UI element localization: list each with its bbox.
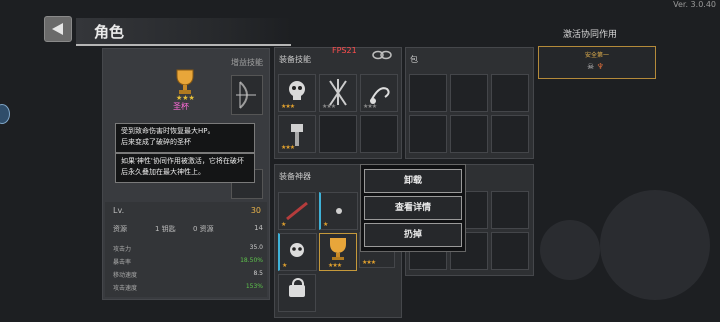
bag-slot[interactable] bbox=[491, 232, 529, 270]
background-shape bbox=[600, 190, 710, 300]
resource-value: 1 钥匙 bbox=[155, 225, 176, 233]
fps-counter: FPS21 bbox=[332, 46, 357, 55]
rarity-stars: ★ bbox=[323, 221, 328, 228]
level-label: Lv. bbox=[113, 206, 125, 215]
character-panel: 增益技能 ★★★ 圣杯 受到致命伤害时恢复最大HP。 后来变成了破碎的圣杯 如果… bbox=[102, 48, 270, 300]
synergy-heading: 激活协同作用 bbox=[563, 30, 618, 40]
bag-slot[interactable] bbox=[491, 74, 529, 112]
resource-value: 14 bbox=[254, 224, 263, 232]
version-label: Ver. 3.0.40 bbox=[673, 0, 716, 9]
stat-row: 攻击速度 153% bbox=[113, 283, 263, 292]
link-icon[interactable] bbox=[372, 50, 392, 60]
stat-value: 18.50% bbox=[240, 257, 263, 264]
artifact-slot[interactable]: ★ bbox=[278, 192, 316, 230]
context-menu: 卸载 查看详情 扔掉 bbox=[360, 164, 466, 252]
level-value: 30 bbox=[250, 206, 261, 215]
resource-label: 资源 bbox=[113, 225, 127, 233]
rarity-stars: ★ bbox=[281, 221, 286, 228]
panel-title: 装备技能 bbox=[279, 55, 311, 64]
tooltip-line: 后来变成了破碎的圣杯 bbox=[121, 138, 191, 146]
side-toggle-button[interactable] bbox=[0, 104, 10, 124]
rarity-stars: ★★★ bbox=[363, 103, 377, 110]
tooltip-line: 受到致命伤害时恢复最大HP。 bbox=[121, 127, 215, 135]
equipped-skills-panel: 装备技能 ★★★ ★★★ ★★★ ★★★ bbox=[274, 47, 402, 159]
resource-row: 资源 1 钥匙 0 资源 14 bbox=[113, 224, 263, 234]
rarity-stars: ★★★ bbox=[281, 103, 295, 110]
stat-value: 153% bbox=[245, 283, 263, 290]
locked-slot bbox=[278, 274, 316, 312]
stat-value: 35.0 bbox=[249, 244, 263, 251]
relic-name: 圣杯 bbox=[173, 102, 189, 111]
stat-row: 移动速度 8.5 bbox=[113, 270, 263, 279]
rarity-stars: ★★★ bbox=[328, 262, 342, 269]
panel-title: 装备神器 bbox=[279, 172, 311, 181]
bow-icon bbox=[236, 81, 256, 109]
synergy-name: 安全第一 bbox=[584, 52, 609, 59]
skull-icon: ☠ bbox=[587, 62, 595, 71]
rarity-stars: ★ bbox=[282, 262, 287, 269]
discard-button[interactable]: 扔掉 bbox=[364, 223, 462, 247]
stats-box: Lv. 30 资源 1 钥匙 0 资源 14 攻击力 35.0 暴击率 18.5… bbox=[105, 202, 267, 297]
buff-skill-slot[interactable] bbox=[231, 75, 263, 115]
rarity-stars: ★★★ bbox=[281, 144, 295, 151]
stat-row: 攻击力 35.0 bbox=[113, 244, 263, 253]
skill-slot-empty[interactable] bbox=[319, 115, 357, 153]
artifact-slot-selected[interactable]: ★★★ bbox=[319, 233, 357, 271]
resource-label: 0 资源 bbox=[193, 225, 214, 233]
bag-slot[interactable] bbox=[491, 115, 529, 153]
tooltip-line: 如果'神性'协同作用被激活，它将在破坏 bbox=[121, 157, 244, 165]
lock-icon bbox=[289, 278, 305, 297]
view-details-button[interactable]: 查看详情 bbox=[364, 196, 462, 220]
buff-skill-tab[interactable]: 增益技能 bbox=[231, 57, 263, 68]
skill-slot[interactable]: ★★★ bbox=[319, 74, 357, 112]
tooltip-line: 后永久叠加在最大神性上。 bbox=[121, 168, 205, 176]
title-bar: 角色 bbox=[76, 18, 291, 46]
skill-slot-empty[interactable] bbox=[360, 115, 398, 153]
stat-label: 移动速度 bbox=[113, 272, 138, 279]
bag-slot[interactable] bbox=[409, 74, 447, 112]
svg-text:★★★: ★★★ bbox=[176, 94, 195, 101]
artifact-slot[interactable]: ★ bbox=[278, 233, 317, 271]
back-button[interactable] bbox=[44, 16, 72, 42]
stat-row: 暴击率 18.50% bbox=[113, 257, 263, 266]
artifact-slot[interactable]: ★ bbox=[319, 192, 358, 230]
stat-label: 攻击力 bbox=[113, 246, 132, 253]
panel-title: 包 bbox=[410, 55, 418, 64]
rarity-stars: ★★★ bbox=[362, 259, 376, 266]
synergy-icons: ☠ ♆ bbox=[587, 62, 604, 71]
unload-button[interactable]: 卸载 bbox=[364, 169, 462, 193]
bag-slot[interactable] bbox=[450, 74, 488, 112]
figure-icon: ♆ bbox=[596, 62, 604, 71]
background-shape bbox=[540, 220, 600, 280]
bag-slot[interactable] bbox=[450, 115, 488, 153]
bag-slot[interactable] bbox=[409, 115, 447, 153]
bag-slot[interactable] bbox=[491, 191, 529, 229]
page-title: 角色 bbox=[94, 23, 125, 41]
relic-tooltip: 受到致命伤害时恢复最大HP。 后来变成了破碎的圣杯 bbox=[115, 123, 255, 153]
stat-value: 8.5 bbox=[253, 270, 263, 277]
synergy-card[interactable]: 安全第一 ☠ ♆ bbox=[538, 46, 656, 79]
trophy-icon: ★★★ bbox=[173, 67, 197, 105]
stat-label: 暴击率 bbox=[113, 259, 132, 266]
synergy-tooltip: 如果'神性'协同作用被激活，它将在破坏 后永久叠加在最大神性上。 bbox=[115, 153, 255, 183]
stat-label: 攻击速度 bbox=[113, 285, 138, 292]
skill-slot[interactable]: ★★★ bbox=[278, 74, 316, 112]
skill-slot[interactable]: ★★★ bbox=[360, 74, 398, 112]
skill-slot[interactable]: ★★★ bbox=[278, 115, 316, 153]
rarity-stars: ★★★ bbox=[322, 103, 336, 110]
bag-panel: 包 bbox=[405, 47, 534, 159]
